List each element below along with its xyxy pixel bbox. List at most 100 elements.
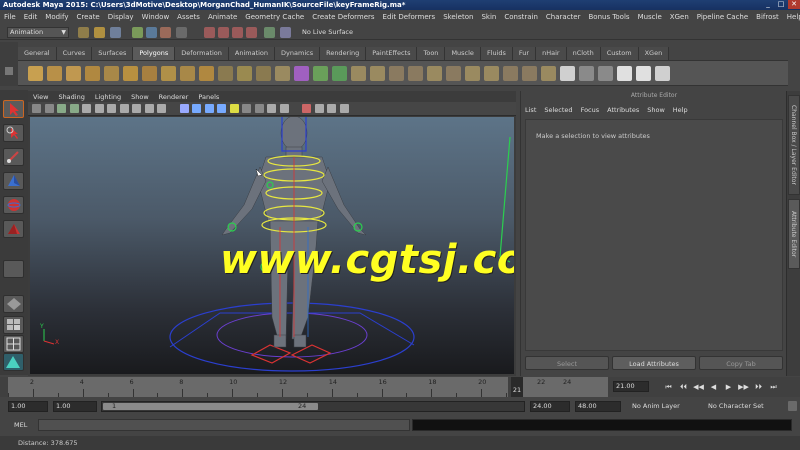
shelf-tab-custom[interactable]: Custom [600,47,639,60]
shelf-tab-nhair[interactable]: nHair [536,47,567,60]
attribute-menu-list[interactable]: List [521,106,540,114]
menu-xgen[interactable]: XGen [666,13,693,21]
shelf-tab-toon[interactable]: Toon [417,47,446,60]
shelf-tab-fur[interactable]: Fur [512,47,537,60]
preferences-icon[interactable] [788,401,797,411]
viewport-menu-lighting[interactable]: Lighting [90,93,126,101]
planar-map-icon[interactable] [579,66,594,81]
channel-box-tab[interactable]: Channel Box / Layer Editor [788,95,800,195]
animation-start-field[interactable]: 1.00 [8,401,48,412]
range-slider[interactable]: 1 24 [101,401,525,412]
step-forward-frame-icon[interactable]: ▶▶ [737,381,750,393]
safe-title-icon[interactable] [157,104,166,113]
menu-assets[interactable]: Assets [173,13,204,21]
history-icon[interactable] [264,27,275,38]
menu-constrain[interactable]: Constrain [500,13,542,21]
shadows-icon[interactable] [242,104,251,113]
go-to-end-icon[interactable]: ⏭ [767,381,780,393]
command-input[interactable] [38,419,410,431]
paint-select-tool-icon[interactable] [3,148,24,166]
select-by-object-icon[interactable] [146,27,157,38]
viewport-menu-panels[interactable]: Panels [193,93,224,101]
lights-icon[interactable] [229,104,239,113]
menu-character[interactable]: Character [542,13,585,21]
field-chart-icon[interactable] [132,104,141,113]
menu-bifrost[interactable]: Bifrost [752,13,783,21]
playback-end-field[interactable]: 24.00 [530,401,570,412]
shelf-tab-curves[interactable]: Curves [56,47,93,60]
poke-icon[interactable] [522,66,537,81]
move-tool-icon[interactable] [3,172,24,190]
wireframe-icon[interactable] [179,104,189,113]
resolution-gate-icon[interactable] [107,104,116,113]
copy-tab-button[interactable]: Copy Tab [699,356,783,370]
isolate-select-icon[interactable] [302,104,311,113]
poly-pyramid-icon[interactable] [161,66,176,81]
poly-pipe-icon[interactable] [180,66,195,81]
menu-display[interactable]: Display [104,13,138,21]
select-by-hierarchy-icon[interactable] [132,27,143,38]
menu-edit-deformers[interactable]: Edit Deformers [379,13,440,21]
smooth-shade-icon[interactable] [192,104,201,113]
new-scene-icon[interactable] [78,27,89,38]
camera-attributes-icon[interactable] [44,104,54,113]
play-backward-icon[interactable]: ◀ [707,381,720,393]
menu-help[interactable]: Help [783,13,800,21]
menu-animate[interactable]: Animate [204,13,241,21]
shelf-tab-muscle[interactable]: Muscle [445,47,481,60]
menu-skeleton[interactable]: Skeleton [439,13,477,21]
safe-action-icon[interactable] [144,104,154,113]
select-by-component-icon[interactable] [160,27,171,38]
step-forward-key-icon[interactable]: ⏵⏵ [752,381,765,393]
go-to-start-icon[interactable]: ⏮ [662,381,675,393]
humanik-icon[interactable] [3,353,24,371]
attribute-menu-show[interactable]: Show [643,106,669,114]
shelf-tab-ncloth[interactable]: nCloth [566,47,601,60]
bridge-icon[interactable] [351,66,366,81]
gate-mask-icon[interactable] [119,104,129,113]
mirror-icon[interactable] [313,66,328,81]
menu-muscle[interactable]: Muscle [634,13,666,21]
uv-snapshot-icon[interactable] [655,66,670,81]
poly-plane-icon[interactable] [104,66,119,81]
rotate-tool-icon[interactable] [3,196,24,214]
extract-icon[interactable] [256,66,271,81]
time-ruler-tail[interactable]: 22 24 [523,377,608,397]
attribute-menu-focus[interactable]: Focus [577,106,604,114]
snap-grid-icon[interactable] [204,27,215,38]
perspective-view[interactable]: Y X www.cgtsj.com [30,117,514,374]
character-set-dropdown[interactable]: No Character Set [708,401,764,412]
shelf-tab-xgen[interactable]: XGen [638,47,670,60]
shelf-tab-dynamics[interactable]: Dynamics [275,47,321,60]
collapse-icon[interactable] [503,66,518,81]
menu-pipeline-cache[interactable]: Pipeline Cache [693,13,752,21]
menu-set-dropdown[interactable]: Animation ▼ [7,27,69,38]
attribute-menu-attributes[interactable]: Attributes [603,106,643,114]
magnet-icon[interactable] [280,27,291,38]
open-scene-icon[interactable] [94,27,105,38]
snap-point-icon[interactable] [232,27,243,38]
snap-curve-icon[interactable] [218,27,229,38]
menu-bonus-tools[interactable]: Bonus Tools [584,13,633,21]
merge-icon[interactable] [465,66,480,81]
poly-torus-icon[interactable] [123,66,138,81]
bevel-icon[interactable] [446,66,461,81]
viewport-menu-renderer[interactable]: Renderer [154,93,194,101]
menu-geometry-cache[interactable]: Geometry Cache [241,13,308,21]
menu-create[interactable]: Create [72,13,103,21]
separate-icon[interactable] [237,66,252,81]
load-attributes-button[interactable]: Load Attributes [612,356,696,370]
split-icon[interactable] [389,66,404,81]
live-surface-field[interactable]: No Live Surface [302,27,353,38]
poly-cone-icon[interactable] [85,66,100,81]
select-camera-icon[interactable] [32,104,41,113]
menu-modify[interactable]: Modify [41,13,72,21]
lasso-tool-icon[interactable] [3,124,24,142]
cylindrical-map-icon[interactable] [598,66,613,81]
poly-sphere-icon[interactable] [28,66,43,81]
uv-editor-icon[interactable] [560,66,575,81]
duplicate-face-icon[interactable] [541,66,556,81]
wedge-icon[interactable] [484,66,499,81]
hud-icon[interactable] [339,104,349,113]
boolean-icon[interactable] [294,66,309,81]
